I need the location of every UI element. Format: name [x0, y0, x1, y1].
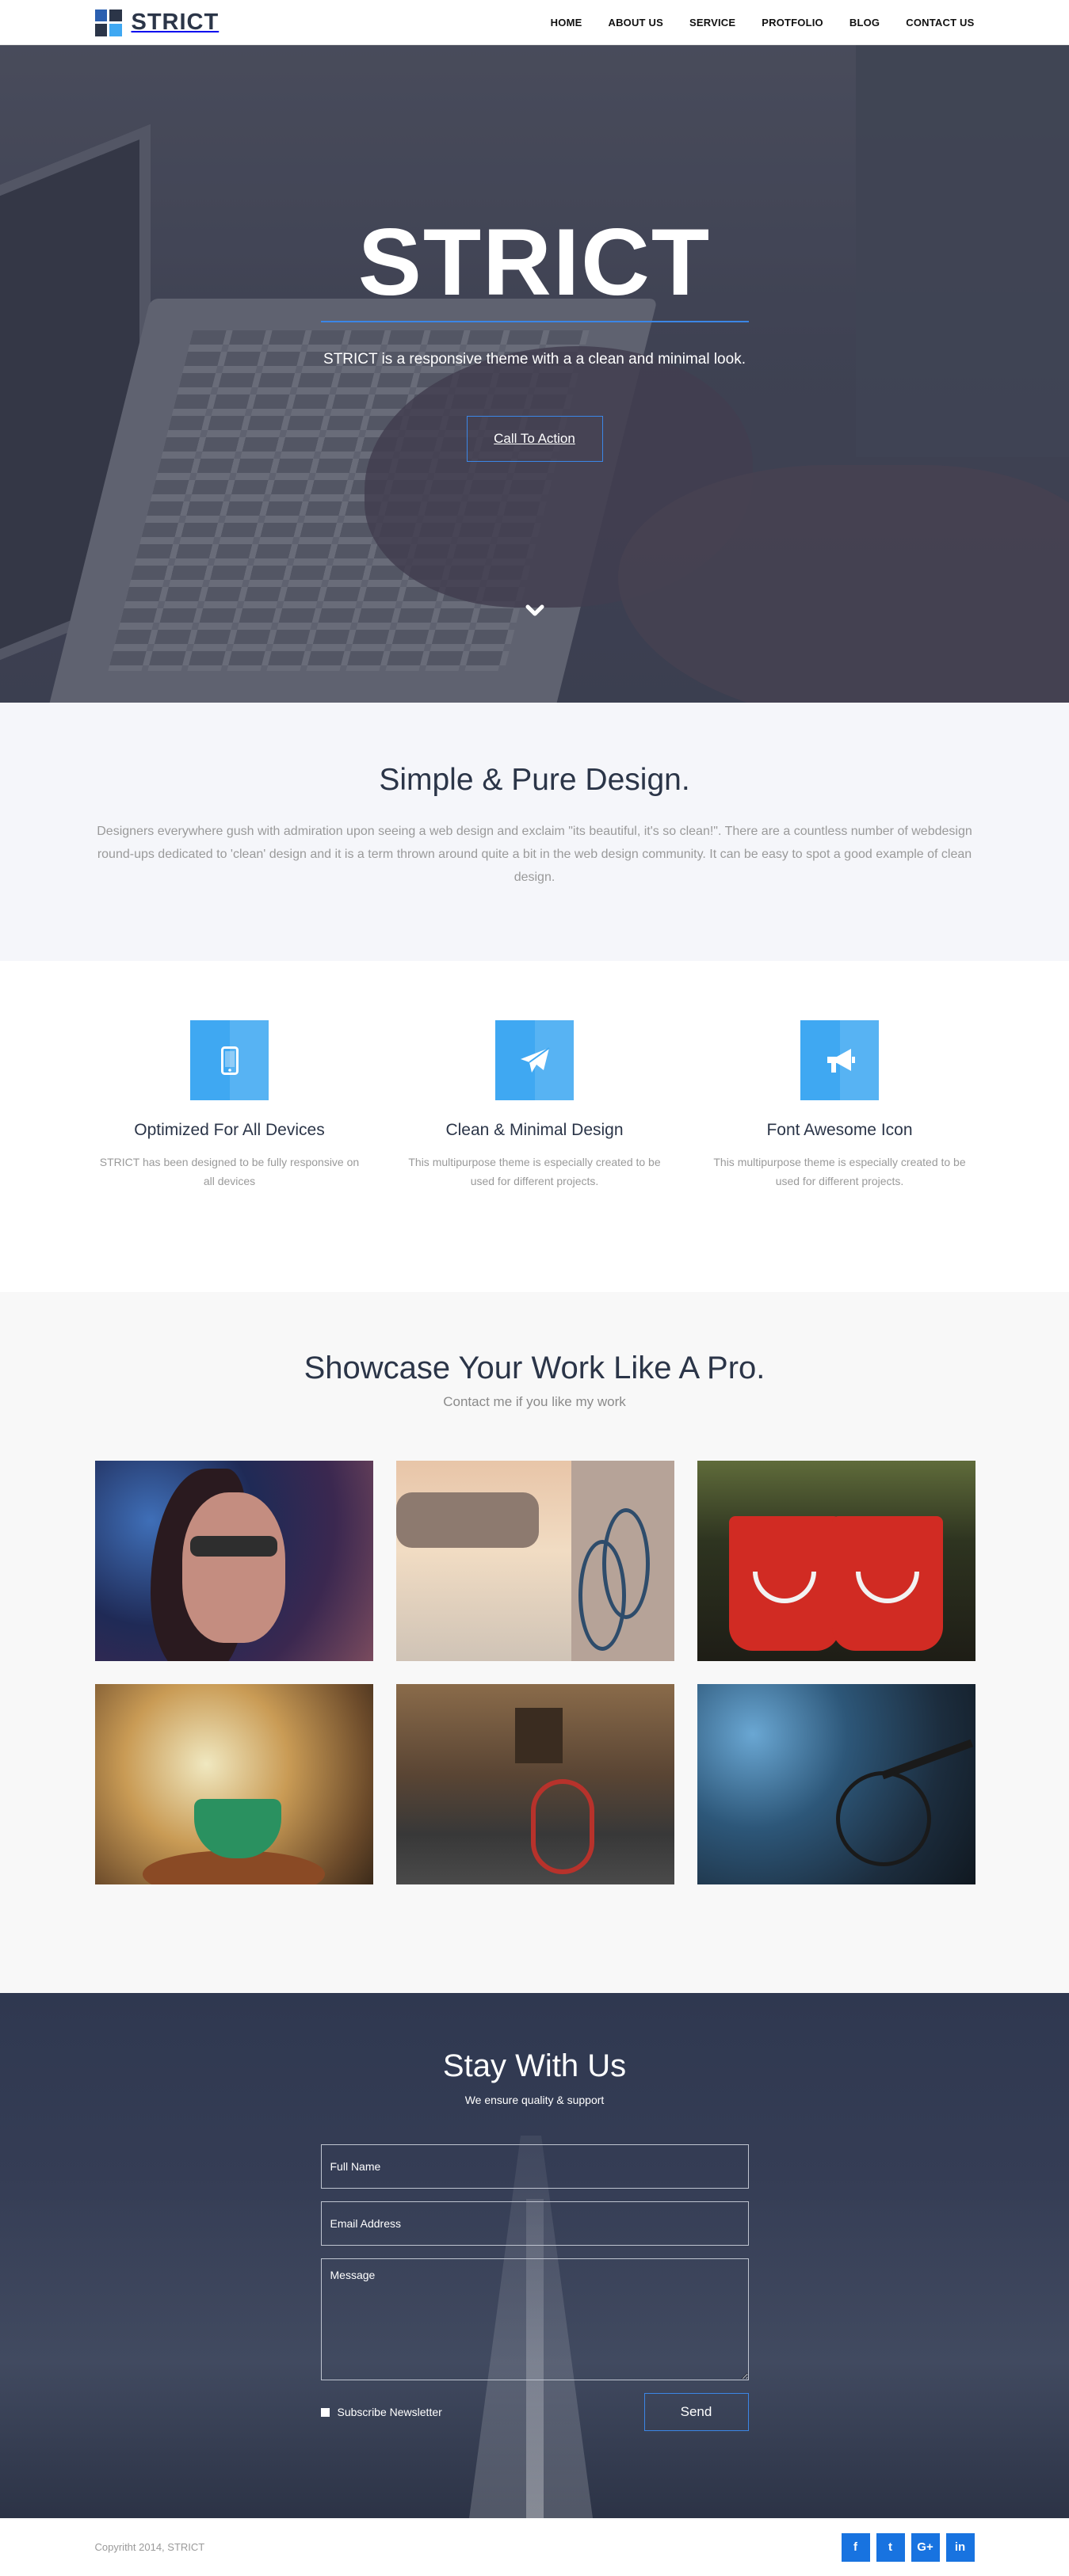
twitter-icon[interactable]: t	[876, 2532, 905, 2562]
intro-text: Designers everywhere gush with admiratio…	[97, 825, 972, 884]
portfolio-item-woman-sunglasses[interactable]	[94, 1461, 373, 1661]
subscribe-label: Subscribe Newsletter	[337, 2406, 442, 2418]
portfolio-subtitle: Contact me if you like my work	[443, 1394, 626, 1409]
features-section: Optimized For All Devices STRICT has bee…	[0, 961, 1069, 1292]
feature-icon-tile	[800, 1020, 879, 1100]
feature-title: Font Awesome Icon	[766, 1121, 913, 1139]
nav-about-us[interactable]: ABOUT US	[608, 17, 663, 29]
nav-home[interactable]: HOME	[551, 17, 582, 29]
feature-icon-tile	[190, 1020, 269, 1100]
feature-card: Clean & Minimal Design This multipurpose…	[400, 1020, 670, 1191]
hero-section: STRICT STRICT is a responsive theme with…	[0, 45, 1069, 703]
checkbox-icon[interactable]	[320, 2407, 330, 2417]
linkedin-icon[interactable]: in	[945, 2532, 975, 2562]
facebook-icon[interactable]: f	[841, 2532, 870, 2562]
paper-plane-icon	[520, 1046, 550, 1073]
send-button[interactable]: Send	[643, 2393, 749, 2431]
portfolio-item-bicycle-street[interactable]	[395, 1461, 674, 1661]
navbar: STRICT HOME ABOUT US SERVICE PROTFOLIO B…	[0, 0, 1069, 45]
call-to-action-button[interactable]: Call To Action	[466, 416, 603, 462]
full-name-input[interactable]	[320, 2144, 749, 2189]
hero-title: STRICT	[357, 209, 712, 315]
feature-text: STRICT has been designed to be fully res…	[99, 1156, 360, 1187]
hero-divider	[320, 321, 749, 322]
feature-icon-tile	[495, 1020, 574, 1100]
nav-contact-us[interactable]: CONTACT US	[906, 17, 974, 29]
bullhorn-icon	[827, 1048, 855, 1073]
brand-name: STRICT	[131, 10, 220, 35]
hero-subtitle: STRICT is a responsive theme with a a cl…	[323, 351, 746, 368]
brand-logo-link[interactable]: STRICT	[94, 9, 220, 36]
portfolio-title: Showcase Your Work Like A Pro.	[304, 1351, 765, 1385]
feature-title: Clean & Minimal Design	[445, 1121, 624, 1139]
logo-icon	[94, 9, 122, 36]
contact-tagline: We ensure quality & support	[464, 2094, 605, 2106]
portfolio-item-red-bike[interactable]	[395, 1684, 674, 1884]
feature-text: This multipurpose theme is especially cr…	[408, 1156, 661, 1187]
nav-service[interactable]: SERVICE	[689, 17, 735, 29]
portfolio-grid	[94, 1461, 975, 1884]
portfolio-item-bike-bokeh[interactable]	[697, 1684, 975, 1884]
intro-section: Simple & Pure Design. Designers everywhe…	[0, 703, 1069, 961]
feature-title: Optimized For All Devices	[134, 1121, 325, 1139]
email-input[interactable]	[320, 2201, 749, 2246]
feature-text: This multipurpose theme is especially cr…	[713, 1156, 966, 1187]
contact-title: Stay With Us	[442, 2048, 627, 2083]
copyright-text: Copyritht 2014, STRICT	[94, 2541, 205, 2553]
contact-section: Stay With Us We ensure quality & support…	[0, 1993, 1069, 2518]
intro-title: Simple & Pure Design.	[379, 763, 690, 797]
feature-card: Optimized For All Devices STRICT has bee…	[95, 1020, 365, 1191]
feature-card: Font Awesome Icon This multipurpose them…	[705, 1020, 975, 1191]
portfolio-item-splash-cup[interactable]	[94, 1684, 373, 1884]
footer: Copyritht 2014, STRICT f t G+ in	[0, 2518, 1069, 2576]
portfolio-section: Showcase Your Work Like A Pro. Contact m…	[0, 1292, 1069, 1993]
mobile-icon	[220, 1046, 239, 1075]
nav-blog[interactable]: BLOG	[849, 17, 880, 29]
main-nav: HOME ABOUT US SERVICE PROTFOLIO BLOG CON…	[551, 16, 975, 30]
nav-portfolio[interactable]: PROTFOLIO	[762, 17, 823, 29]
google-plus-icon[interactable]: G+	[911, 2532, 940, 2562]
chevron-down-icon[interactable]	[524, 600, 546, 622]
portfolio-item-smiley-mugs[interactable]	[697, 1461, 975, 1661]
social-links: f t G+ in	[841, 2532, 975, 2562]
message-textarea[interactable]	[320, 2258, 749, 2380]
subscribe-checkbox[interactable]: Subscribe Newsletter	[320, 2406, 442, 2418]
